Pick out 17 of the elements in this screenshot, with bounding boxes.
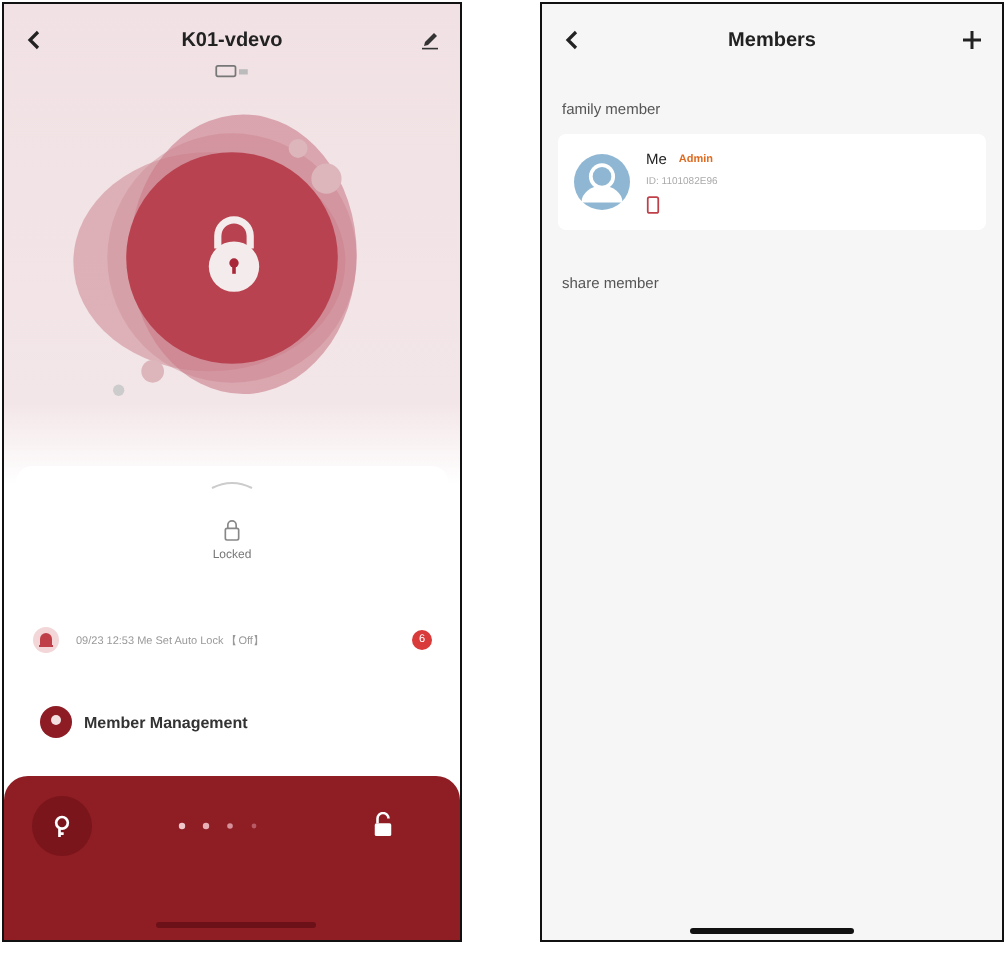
screen-title: Members xyxy=(728,29,816,51)
screen-title: K01-vdevo xyxy=(181,29,283,51)
battery-icon xyxy=(214,64,250,78)
back-icon[interactable] xyxy=(562,30,582,50)
unlocked-padlock-icon[interactable] xyxy=(372,812,394,838)
key-icon xyxy=(52,813,72,839)
phone-icon xyxy=(646,196,660,214)
member-icon xyxy=(40,706,72,738)
avatar-icon xyxy=(574,154,630,210)
bell-icon xyxy=(32,626,60,654)
pencil-icon[interactable] xyxy=(419,30,440,50)
menu-item[interactable]: Member Management xyxy=(84,713,248,731)
back-icon[interactable] xyxy=(24,30,44,50)
add-icon[interactable] xyxy=(962,30,982,50)
padlock-icon xyxy=(222,518,242,542)
key-button[interactable] xyxy=(32,796,92,856)
arc-icon xyxy=(208,478,256,490)
